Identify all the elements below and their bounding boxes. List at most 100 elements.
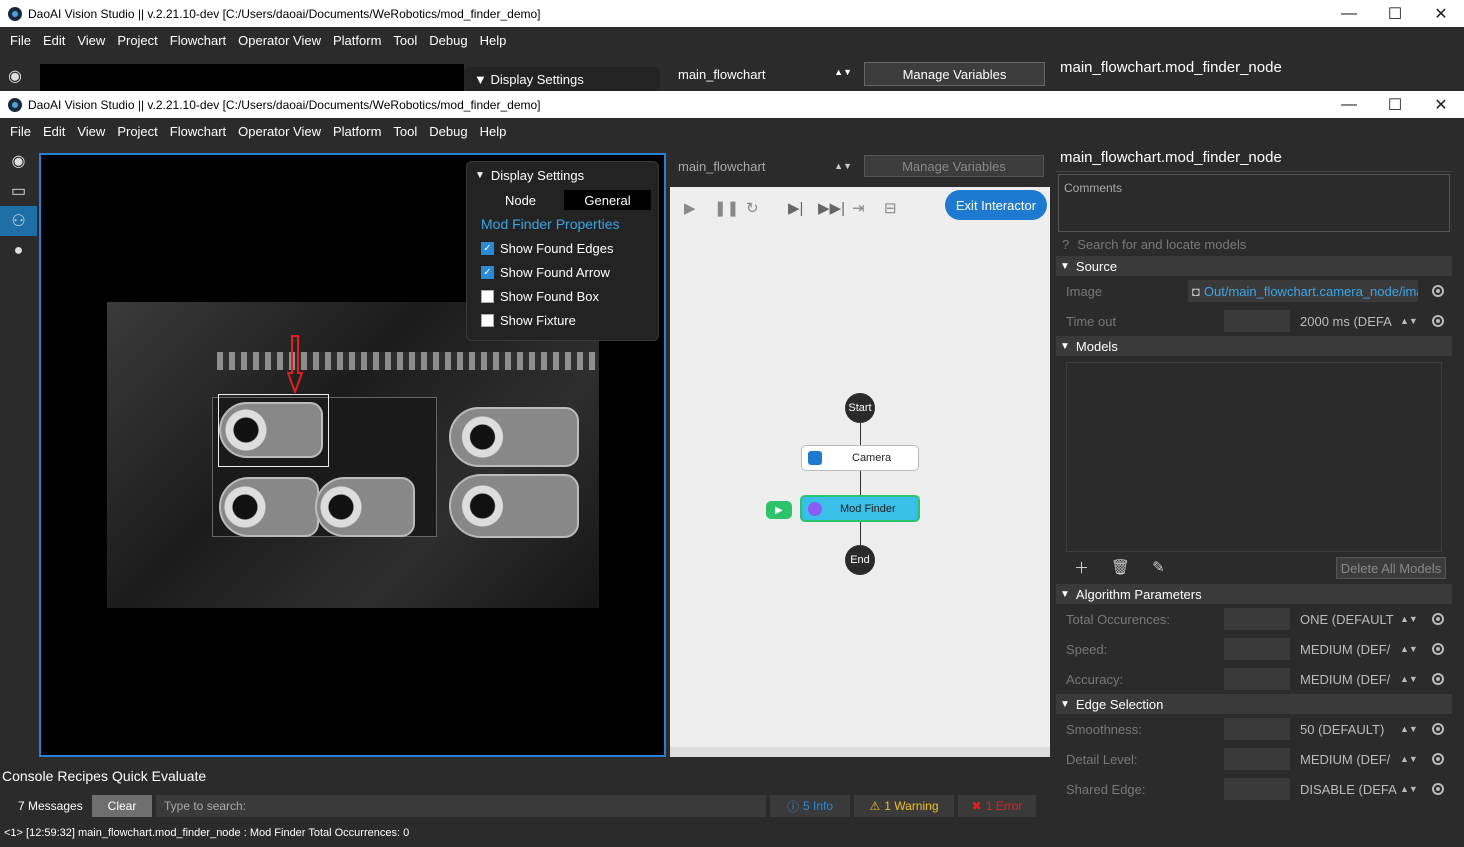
comments-field[interactable]: Comments [1058,174,1450,232]
back-menu-tool[interactable]: Tool [387,33,423,48]
delete-all-models-button[interactable]: Delete All Models [1336,557,1446,579]
link-radio-icon[interactable] [1432,673,1444,685]
spin-icon[interactable]: ▲▼ [1400,674,1418,684]
show-found-box-option[interactable]: Show Found Box [467,284,658,308]
menu-operator-view[interactable]: Operator View [232,124,327,139]
play-icon[interactable]: ▶ [684,199,696,217]
param-field[interactable] [1224,608,1290,630]
link-radio-icon[interactable] [1432,783,1444,795]
param-field[interactable] [1224,718,1290,740]
display-settings-header[interactable]: ▼ Display Settings [467,162,658,188]
flowchart-canvas[interactable]: ▶ ❚❚ ↻ ▶| ▶▶| ⇥ ⊟ Exit Interactor Start … [670,187,1050,757]
spin-icon[interactable]: ▲▼ [1400,784,1418,794]
reload-icon[interactable]: ↻ [746,199,759,217]
back-menu-view[interactable]: View [71,33,111,48]
menu-platform[interactable]: Platform [327,124,387,139]
fast-forward-icon[interactable]: ▶▶| [818,199,845,217]
tab-console[interactable]: Console [0,768,55,784]
pause-icon[interactable]: ❚❚ [714,199,739,217]
back-menu-edit[interactable]: Edit [37,33,71,48]
tab-quick-evaluate[interactable]: Quick Evaluate [110,768,208,784]
minimize-button[interactable]: — [1326,96,1372,114]
menu-tool[interactable]: Tool [387,124,423,139]
back-menu-flowchart[interactable]: Flowchart [164,33,232,48]
tab-general[interactable]: General [564,190,651,210]
edge-section-header[interactable]: ▼ Edge Selection [1056,694,1452,714]
checkbox-icon[interactable] [481,313,494,327]
maximize-button[interactable]: ☐ [1372,95,1418,115]
menu-help[interactable]: Help [474,124,513,139]
menu-debug[interactable]: Debug [423,124,473,139]
canvas-scrollbar[interactable] [670,747,1050,757]
param-value[interactable]: DISABLE (DEFA [1300,782,1400,797]
checkbox-icon[interactable]: ✓ [481,241,494,255]
monitor-icon[interactable]: ▭ [0,176,37,206]
run-node-button[interactable]: ▶ [766,501,792,519]
step-into-icon[interactable]: ⇥ [852,199,865,217]
spin-icon[interactable]: ▲▼ [1400,614,1418,624]
image-source-field[interactable]: ◘ Out/main_flowchart.camera_node/ima [1188,280,1418,302]
timeout-field[interactable] [1224,310,1290,332]
console-search-input[interactable]: Type to search: [156,795,766,817]
flowchart-select[interactable]: main_flowchart ▲▼ [670,155,858,177]
param-value[interactable]: 50 (DEFAULT) [1300,722,1400,737]
menu-file[interactable]: File [4,124,37,139]
show-found-arrow-option[interactable]: ✓ Show Found Arrow [467,260,658,284]
camera-node[interactable]: Camera [801,445,919,471]
back-minimize-button[interactable]: — [1326,5,1372,23]
eye-icon[interactable]: ◉ [0,146,37,176]
link-radio-icon[interactable] [1432,723,1444,735]
param-value[interactable]: MEDIUM (DEF/ [1300,752,1400,767]
timeout-value[interactable]: 2000 ms (DEFA [1300,314,1400,329]
back-menu-help[interactable]: Help [474,33,513,48]
checkbox-icon[interactable] [481,289,494,303]
debug-node-icon[interactable]: ⊟ [884,199,897,217]
algorithm-section-header[interactable]: ▼ Algorithm Parameters [1056,584,1452,604]
param-field[interactable] [1224,748,1290,770]
back-maximize-button[interactable]: ☐ [1372,4,1418,24]
spin-icon[interactable]: ▲▼ [1400,724,1418,734]
step-icon[interactable]: ▶| [788,199,803,217]
edit-icon[interactable]: ✎ [1152,558,1165,576]
back-manage-variables-button[interactable]: Manage Variables [864,62,1045,86]
param-value[interactable]: MEDIUM (DEF/ [1300,672,1400,687]
models-list[interactable] [1066,362,1442,552]
back-menu-debug[interactable]: Debug [423,33,473,48]
spin-icon[interactable]: ▲▼ [1400,644,1418,654]
link-radio-icon[interactable] [1432,315,1444,327]
menu-project[interactable]: Project [111,124,163,139]
back-menu-file[interactable]: File [4,33,37,48]
exit-interactor-button[interactable]: Exit Interactor [945,190,1047,220]
add-icon[interactable]: ＋ [1074,557,1089,578]
param-field[interactable] [1224,638,1290,660]
link-radio-icon[interactable] [1432,613,1444,625]
tab-node[interactable]: Node [477,190,564,210]
start-node[interactable]: Start [845,393,875,423]
param-field[interactable] [1224,668,1290,690]
back-flowchart-select[interactable]: main_flowchart ▲▼ [672,64,858,86]
spin-icon[interactable]: ▲▼ [1400,754,1418,764]
close-button[interactable]: ✕ [1418,95,1464,115]
link-radio-icon[interactable] [1432,285,1444,297]
trash-icon[interactable]: 🗑 [1111,558,1130,576]
source-section-header[interactable]: ▼ Source [1056,256,1452,276]
link-radio-icon[interactable] [1432,643,1444,655]
show-found-edges-option[interactable]: ✓ Show Found Edges [467,236,658,260]
checkbox-icon[interactable]: ✓ [481,265,494,279]
back-close-button[interactable]: ✕ [1418,4,1464,24]
back-eye-icon[interactable]: ◉ [8,66,22,86]
back-menu-project[interactable]: Project [111,33,163,48]
tab-recipes[interactable]: Recipes [55,768,110,784]
menu-edit[interactable]: Edit [37,124,71,139]
param-value[interactable]: MEDIUM (DEF/ [1300,642,1400,657]
models-section-header[interactable]: ▼ Models [1056,336,1452,356]
menu-view[interactable]: View [71,124,111,139]
manage-variables-button[interactable]: Manage Variables [864,155,1044,177]
param-value[interactable]: ONE (DEFAULT [1300,612,1400,627]
link-radio-icon[interactable] [1432,753,1444,765]
info-filter-button[interactable]: ⓘ 5 Info [770,795,850,817]
properties-scrollbar[interactable] [1452,144,1464,847]
param-field[interactable] [1224,778,1290,800]
back-menu-operator-view[interactable]: Operator View [232,33,327,48]
clear-button[interactable]: Clear [92,795,152,817]
